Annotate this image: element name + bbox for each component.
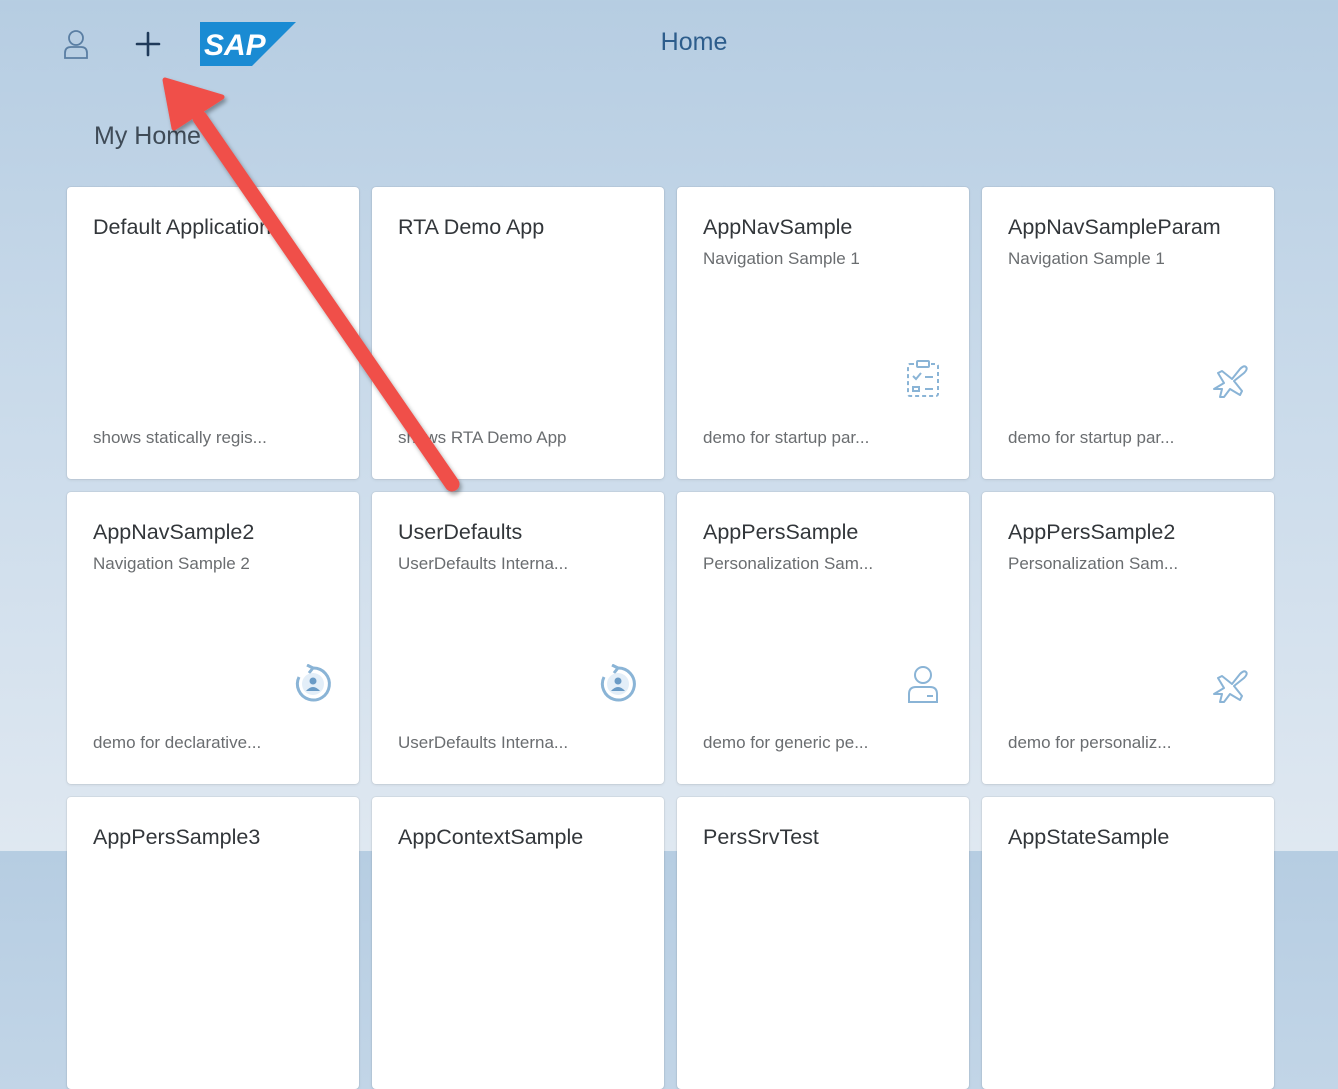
tile-subtitle: Personalization Sam... (1008, 554, 1179, 573)
app-tile[interactable]: UserDefaults UserDefaults Interna... UserD… (372, 492, 664, 784)
app-tile[interactable]: RTA Demo App shows RTA Demo App (372, 187, 664, 479)
app-tile[interactable]: AppContextSample (372, 797, 664, 1089)
tile-title: PersSrvTest (703, 825, 819, 849)
app-tile[interactable]: AppNavSample2 Navigation Sample 2 demo for… (67, 492, 359, 784)
tile-footer: shows statically regis... (93, 428, 267, 447)
user-refresh-icon (295, 664, 331, 702)
app-tile[interactable]: AppPersSample Personalization Sam... demo … (677, 492, 969, 784)
tile-title: Default Application (93, 215, 272, 239)
tile-title: AppPersSample2 (1008, 520, 1176, 544)
tile-footer: demo for startup par... (703, 428, 870, 447)
tile-title: AppContextSample (398, 825, 584, 849)
app-tile[interactable]: AppNavSampleParam Navigation Sample 1 demo… (982, 187, 1274, 479)
tile-subtitle: Navigation Sample 2 (93, 554, 250, 573)
tile-subtitle: UserDefaults Interna... (398, 554, 569, 573)
tile-title: UserDefaults (398, 520, 523, 544)
tile-title: AppNavSampleParam (1008, 215, 1221, 239)
app-tile[interactable]: AppNavSample Navigation Sample 1 demo for … (677, 187, 969, 479)
tile-footer: shows RTA Demo App (398, 428, 567, 447)
app-tile[interactable]: PersSrvTest (677, 797, 969, 1089)
tile-footer: demo for generic pe... (703, 733, 869, 752)
app-tile[interactable]: AppPersSample2 Personalization Sam... demo… (982, 492, 1274, 784)
app-tile[interactable]: AppStateSample (982, 797, 1274, 1089)
section-title: My Home (94, 122, 201, 150)
tile-subtitle: Navigation Sample 1 (703, 249, 860, 268)
tile-title: AppPersSample3 (93, 825, 261, 849)
airplane-icon (1213, 670, 1248, 703)
tile-subtitle: Navigation Sample 1 (1008, 249, 1165, 268)
tile-title: AppNavSample2 (93, 520, 255, 544)
employee-icon (908, 666, 938, 703)
tile-footer: demo for personaliz... (1008, 733, 1172, 752)
task-checklist-icon (907, 360, 939, 397)
tile-footer: demo for startup par... (1008, 428, 1175, 447)
tile-footer: demo for declarative... (93, 733, 262, 752)
app-tile[interactable]: AppPersSample3 (67, 797, 359, 1089)
app-tile[interactable]: Default Application shows statically regi… (67, 187, 359, 479)
page-title: Home (660, 28, 728, 56)
tile-title: AppStateSample (1008, 825, 1170, 849)
tile-footer: UserDefaults Interna... (398, 733, 569, 752)
tile-title: AppNavSample (703, 215, 853, 239)
tile-title: AppPersSample (703, 520, 859, 544)
shell-header: SAP Home (0, 0, 1338, 86)
user-refresh-icon (600, 664, 636, 702)
tile-subtitle: Personalization Sam... (703, 554, 874, 573)
tile-title: RTA Demo App (398, 215, 545, 239)
airplane-icon (1213, 365, 1248, 398)
